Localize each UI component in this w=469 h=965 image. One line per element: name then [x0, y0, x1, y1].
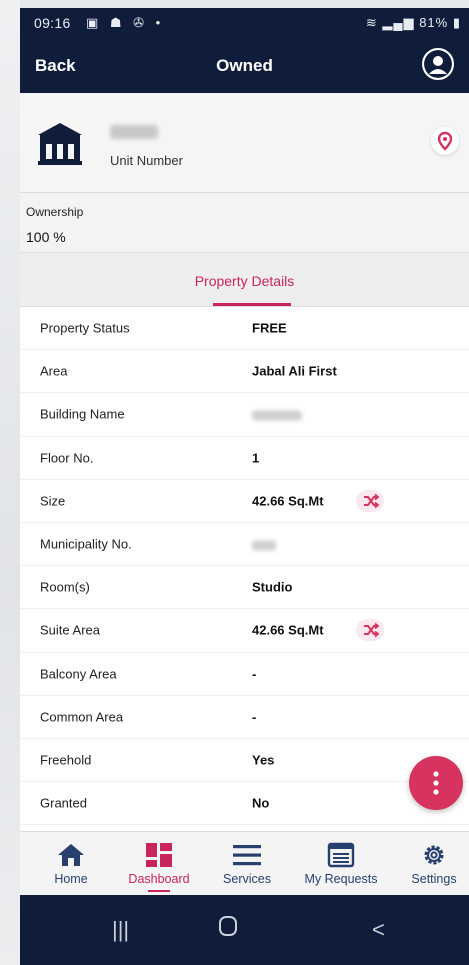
more-vertical-icon — [433, 771, 439, 795]
nav-my-requests-label: My Requests — [304, 872, 378, 886]
page-title: Owned — [216, 56, 273, 75]
detail-row-municipality: Municipality No. — [20, 522, 469, 567]
detail-value: No — [252, 795, 270, 811]
unit-card: Unit Number — [20, 93, 469, 193]
detail-key: Granted — [40, 795, 87, 811]
system-navigation-bar: ||| < — [20, 895, 469, 965]
dashboard-icon — [146, 843, 172, 867]
more-options-button[interactable] — [409, 756, 463, 810]
tab-active-indicator — [213, 303, 291, 306]
phone-screen: 09:16 ▣ ☗ ✇ • ≋ ▂▄▆ 81% ▮ Back Owned Uni… — [20, 8, 469, 965]
nav-services[interactable]: Services — [214, 832, 280, 896]
ownership-label: Ownership — [26, 205, 84, 219]
detail-key: Balcony Area — [40, 666, 117, 682]
signal-icon: ≋ ▂▄▆ — [365, 15, 415, 30]
ownership-value: 100 % — [26, 229, 66, 245]
detail-row-balcony-area: Balcony Area - — [20, 652, 469, 696]
detail-key: Building Name — [40, 406, 125, 422]
bottom-navigation: Home Dashboard Services My Requests Sett… — [20, 831, 469, 895]
background-left — [0, 0, 20, 965]
status-notification-icons: ▣ ☗ ✇ • — [86, 15, 165, 30]
battery-icon: ▮ — [452, 15, 461, 30]
home-circle-icon[interactable] — [218, 915, 238, 943]
detail-value: Studio — [252, 579, 293, 595]
detail-row-granted: Granted No — [20, 782, 469, 826]
unit-number-value-redacted — [110, 125, 158, 139]
detail-value: Jabal Ali First — [252, 363, 337, 379]
detail-row-area: Area Jabal Ali First — [20, 350, 469, 394]
detail-value: FREE — [252, 320, 287, 336]
detail-key: Suite Area — [40, 622, 100, 638]
detail-key: Property Status — [40, 320, 130, 336]
detail-key: Floor No. — [40, 450, 94, 466]
tab-property-details[interactable]: Property Details — [20, 273, 469, 289]
detail-row-suite-area: Suite Area 42.66 Sq.Mt — [20, 609, 469, 653]
requests-icon — [327, 842, 355, 868]
nav-settings-label: Settings — [411, 872, 457, 886]
detail-value: - — [252, 709, 257, 725]
nav-services-label: Services — [223, 872, 271, 886]
detail-key: Area — [40, 363, 68, 379]
detail-row-floor: Floor No. 1 — [20, 436, 469, 480]
nav-home-label: Home — [54, 872, 88, 886]
ownership-section: Ownership 100 % — [20, 193, 469, 253]
detail-value: 42.66 Sq.Mt — [252, 622, 324, 638]
nav-home[interactable]: Home — [40, 832, 102, 896]
property-details-list: Property Status FREE Area Jabal Ali Firs… — [20, 307, 469, 826]
status-time: 09:16 — [34, 15, 71, 31]
detail-row-building-name: Building Name — [20, 393, 469, 437]
detail-key: Freehold — [40, 752, 92, 768]
nav-dashboard-label: Dashboard — [128, 872, 190, 886]
detail-row-rooms: Room(s) Studio — [20, 566, 469, 610]
profile-avatar-icon[interactable] — [422, 48, 454, 80]
detail-value: 42.66 Sq.Mt — [252, 493, 324, 509]
detail-key: Size — [40, 493, 66, 509]
back-chevron-icon[interactable]: < — [372, 917, 385, 943]
nav-settings[interactable]: Settings — [402, 832, 466, 896]
convert-units-icon[interactable] — [356, 619, 384, 642]
convert-units-icon[interactable] — [356, 489, 384, 512]
nav-active-indicator — [148, 890, 170, 892]
battery-percent: 81% — [419, 15, 449, 30]
detail-row-size: Size 42.66 Sq.Mt — [20, 479, 469, 523]
detail-value: Yes — [252, 752, 275, 768]
recent-apps-icon[interactable]: ||| — [112, 917, 129, 943]
home-icon — [58, 844, 84, 866]
status-bar: 09:16 ▣ ☗ ✇ • ≋ ▂▄▆ 81% ▮ — [20, 8, 469, 38]
detail-row-property-status: Property Status FREE — [20, 307, 469, 351]
detail-value: 1 — [252, 450, 260, 466]
detail-row-freehold: Freehold Yes — [20, 738, 469, 783]
status-right: ≋ ▂▄▆ 81% ▮ — [366, 15, 461, 31]
detail-key: Room(s) — [40, 579, 90, 595]
detail-value-redacted — [252, 537, 276, 552]
detail-value: - — [252, 666, 257, 682]
unit-number-label: Unit Number — [110, 153, 183, 168]
nav-dashboard[interactable]: Dashboard — [118, 832, 200, 896]
menu-icon — [233, 845, 261, 866]
top-bar: 09:16 ▣ ☗ ✇ • ≋ ▂▄▆ 81% ▮ Back Owned — [20, 8, 469, 93]
detail-key: Common Area — [40, 709, 124, 725]
building-icon — [36, 121, 84, 165]
tab-bar: Property Details — [20, 253, 469, 307]
detail-value-redacted — [252, 407, 302, 422]
detail-key: Municipality No. — [40, 536, 132, 552]
nav-my-requests[interactable]: My Requests — [294, 832, 388, 896]
detail-row-common-area: Common Area - — [20, 695, 469, 739]
gear-icon — [424, 845, 444, 865]
location-pin-icon[interactable] — [431, 127, 459, 155]
